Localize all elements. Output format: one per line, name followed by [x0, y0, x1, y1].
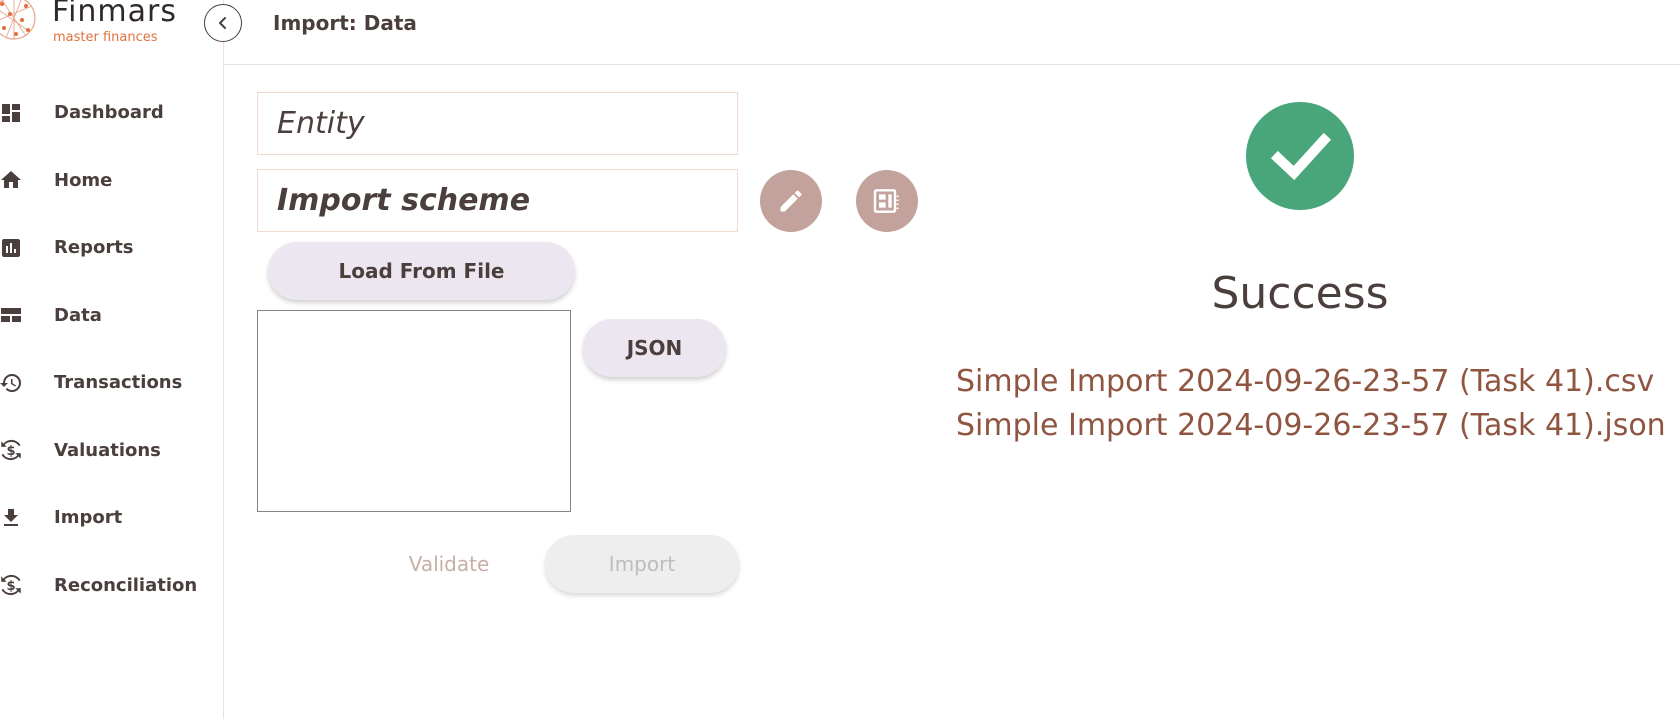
sidebar-item-import[interactable]: Import — [0, 484, 224, 552]
edit-scheme-button[interactable] — [760, 170, 822, 232]
sidebar-item-label: Transactions — [54, 372, 183, 394]
sidebar: Finmars master finances Dashboard Home R… — [0, 0, 224, 719]
sidebar-item-label: Dashboard — [54, 102, 164, 124]
table-layout-icon — [873, 189, 899, 213]
scheme-table-button[interactable] — [856, 170, 918, 232]
brand-name: Finmars — [52, 0, 177, 29]
import-scheme-select[interactable]: Import scheme — [257, 169, 738, 232]
sidebar-item-dashboard[interactable]: Dashboard — [0, 79, 224, 147]
file-content-area[interactable] — [257, 310, 571, 512]
collapse-sidebar-button[interactable] — [204, 4, 242, 42]
home-icon — [0, 167, 24, 193]
brand-logo[interactable]: Finmars master finances — [0, 0, 200, 56]
load-from-file-button[interactable]: Load From File — [268, 242, 575, 300]
json-button[interactable]: JSON — [583, 319, 726, 377]
sidebar-item-valuations[interactable]: $ Valuations — [0, 417, 224, 485]
result-file-link[interactable]: Simple Import 2024-09-26-23-57 (Task 41)… — [956, 364, 1654, 399]
sidebar-item-label: Reconciliation — [54, 574, 198, 596]
import-button[interactable]: Import — [545, 535, 739, 593]
sidebar-nav: Dashboard Home Reports Data Transactions — [0, 79, 224, 619]
history-icon — [0, 370, 24, 396]
table-icon — [0, 302, 24, 328]
sidebar-item-data[interactable]: Data — [0, 282, 224, 350]
validate-button[interactable]: Validate — [398, 546, 500, 582]
sidebar-item-label: Home — [54, 169, 113, 191]
sidebar-item-label: Data — [54, 304, 102, 326]
chevron-left-icon — [219, 17, 226, 29]
pencil-icon — [780, 190, 802, 212]
svg-text:$: $ — [6, 579, 15, 594]
sidebar-item-reports[interactable]: Reports — [0, 214, 224, 282]
sidebar-item-home[interactable]: Home — [0, 147, 224, 215]
sidebar-item-label: Import — [54, 507, 123, 529]
dashboard-icon — [0, 100, 24, 126]
result-status: Success — [1211, 268, 1389, 319]
svg-text:$: $ — [6, 444, 15, 459]
download-icon — [0, 505, 24, 531]
result-file-link[interactable]: Simple Import 2024-09-26-23-57 (Task 41)… — [956, 408, 1666, 443]
success-check-icon — [1246, 102, 1354, 210]
sidebar-item-label: Valuations — [54, 439, 161, 461]
page-header: Import: Data — [224, 0, 1680, 65]
entity-select[interactable]: Entity — [257, 92, 738, 155]
globe-logo-icon — [0, 0, 36, 40]
bar-chart-icon — [0, 235, 24, 261]
currency-exchange-icon: $ — [0, 572, 24, 598]
page-title: Import: Data — [273, 11, 417, 35]
currency-exchange-icon: $ — [0, 437, 24, 463]
brand-tagline: master finances — [53, 30, 158, 45]
sidebar-item-reconciliation[interactable]: $ Reconciliation — [0, 552, 224, 620]
sidebar-item-label: Reports — [54, 237, 134, 259]
sidebar-item-transactions[interactable]: Transactions — [0, 349, 224, 417]
